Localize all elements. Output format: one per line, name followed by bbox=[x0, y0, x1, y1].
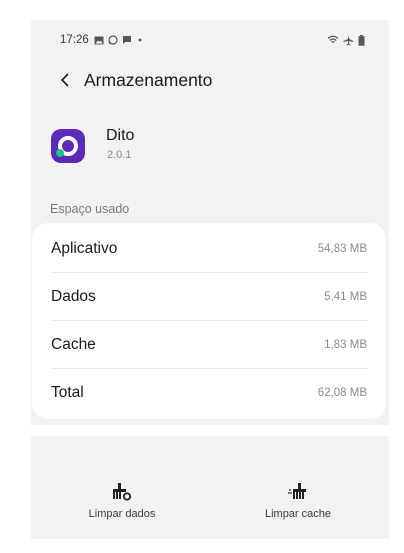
battery-icon bbox=[358, 34, 365, 46]
clear-cache-button[interactable]: Limpar cache bbox=[238, 481, 358, 527]
storage-label: Dados bbox=[51, 288, 96, 305]
clear-cache-label: Limpar cache bbox=[264, 508, 332, 520]
clear-cache-icon bbox=[288, 483, 306, 499]
storage-row-data: Dados 5,41 MB bbox=[51, 273, 367, 321]
storage-card: Aplicativo 54,83 MB Dados 5,41 MB Cache … bbox=[32, 223, 386, 419]
app-info: Dito 2.0.1 bbox=[51, 124, 351, 174]
storage-value: 54,83 MB bbox=[317, 243, 367, 255]
app-version: 2.0.1 bbox=[107, 149, 132, 161]
bottom-action-bar: Limpar dados Limpar cache bbox=[31, 436, 389, 539]
clear-data-icon bbox=[113, 483, 132, 501]
storage-value: 1,83 MB bbox=[324, 339, 367, 351]
clock: 17:26 bbox=[60, 34, 89, 46]
app-screen: 17:26 Armazenamento Dito 2.0.1 Espaço us… bbox=[31, 20, 389, 425]
back-button[interactable] bbox=[53, 67, 77, 93]
header: Armazenamento bbox=[31, 65, 389, 95]
logo-dot bbox=[56, 149, 64, 157]
page-title: Armazenamento bbox=[84, 70, 213, 90]
gallery-icon bbox=[94, 36, 104, 44]
storage-row-app: Aplicativo 54,83 MB bbox=[51, 225, 367, 273]
app-name: Dito bbox=[106, 127, 135, 144]
storage-row-cache: Cache 1,83 MB bbox=[51, 321, 367, 369]
back-arrow-icon bbox=[60, 73, 69, 87]
notification-icons bbox=[94, 35, 144, 45]
wifi-icon bbox=[327, 35, 339, 43]
whatsapp-icon bbox=[108, 35, 118, 45]
status-left: 17:26 bbox=[60, 34, 144, 46]
airplane-icon bbox=[343, 35, 354, 45]
section-label: Espaço usado bbox=[50, 202, 130, 216]
dot-icon bbox=[138, 38, 142, 42]
storage-value: 5,41 MB bbox=[324, 291, 367, 303]
app-logo bbox=[51, 129, 85, 163]
status-right bbox=[327, 34, 365, 46]
storage-label: Aplicativo bbox=[51, 240, 118, 257]
status-bar: 17:26 bbox=[31, 20, 389, 60]
storage-value: 62,08 MB bbox=[317, 387, 367, 399]
storage-label: Total bbox=[51, 384, 84, 401]
storage-row-total: Total 62,08 MB bbox=[51, 369, 367, 417]
clear-data-button[interactable]: Limpar dados bbox=[62, 481, 182, 527]
clear-data-label: Limpar dados bbox=[88, 508, 156, 520]
message-icon bbox=[122, 36, 131, 44]
storage-label: Cache bbox=[51, 336, 96, 353]
